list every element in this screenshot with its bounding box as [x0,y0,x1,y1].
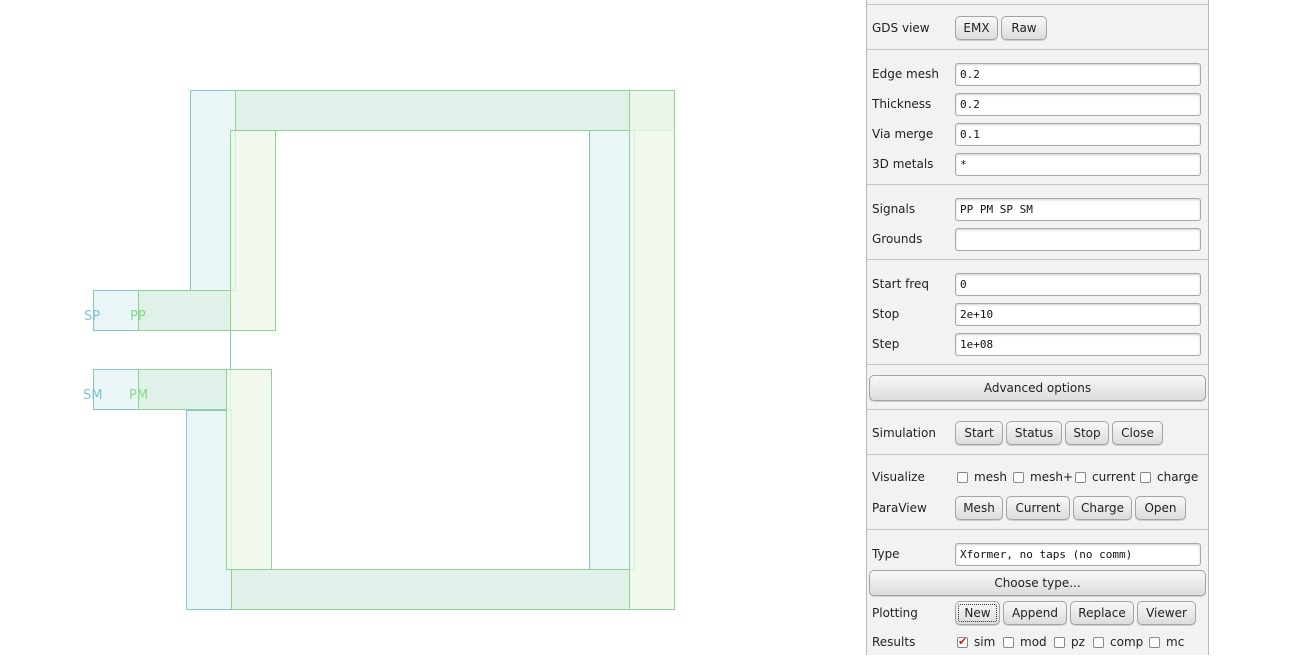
secondary-upper-left-segment [190,90,236,291]
results-pz-label: pz [1071,635,1085,649]
simulation-close-button[interactable]: Close [1112,421,1163,445]
start-freq-label: Start freq [872,277,930,291]
stop-freq-label: Stop [872,307,900,321]
gds-view-raw-button[interactable]: Raw [1001,16,1047,40]
separator [867,529,1208,530]
port-pp-feed [138,290,231,331]
visualize-mesh-checkbox[interactable] [957,472,968,483]
emx-control-panel: GDS view EMX Raw Edge mesh 0.2 Thickness… [866,0,1209,655]
results-mod-label: mod [1020,635,1047,649]
paraview-mesh-button[interactable]: Mesh [955,496,1003,520]
separator [867,49,1208,50]
simulation-status-button[interactable]: Status [1006,421,1062,445]
paraview-charge-button[interactable]: Charge [1073,496,1132,520]
visualize-charge-checkbox[interactable] [1140,472,1151,483]
step-freq-input[interactable]: 1e+08 [955,333,1201,356]
plotting-new-button[interactable]: New [955,601,1000,625]
layout-drawing[interactable]: SP PP SM PM [0,0,860,655]
separator [867,184,1208,185]
plotting-viewer-button[interactable]: Viewer [1137,601,1196,625]
gds-view-emx-button[interactable]: EMX [955,16,998,40]
type-label: Type [872,547,900,561]
simulation-start-button[interactable]: Start [955,421,1003,445]
thickness-label: Thickness [872,97,932,111]
visualize-current-checkbox[interactable] [1075,472,1086,483]
step-freq-label: Step [872,337,900,351]
visualize-charge-label: charge [1157,470,1199,484]
start-freq-input[interactable]: 0 [955,273,1201,296]
signals-input[interactable]: PP PM SP SM [955,198,1201,221]
separator [867,409,1208,410]
secondary-winding [93,90,635,610]
separator [867,4,1208,5]
secondary-lower-left-segment [186,410,232,610]
port-label-pm: PM [129,388,148,403]
simulation-stop-button[interactable]: Stop [1065,421,1109,445]
3d-metals-label: 3D metals [872,157,934,171]
via-merge-label: Via merge [872,127,934,141]
results-label: Results [872,635,916,649]
plotting-replace-button[interactable]: Replace [1070,601,1134,625]
results-comp-label: comp [1110,635,1144,649]
grounds-label: Grounds [872,232,923,246]
plotting-append-button[interactable]: Append [1003,601,1067,625]
type-input[interactable]: Xformer, no taps (no comm) [955,543,1201,566]
separator [867,259,1208,260]
visualize-current-label: current [1092,470,1136,484]
grounds-input[interactable] [955,228,1201,251]
separator [867,454,1208,455]
port-label-pp: PP [130,309,146,324]
edge-mesh-label: Edge mesh [872,67,939,81]
visualize-mesh-plus-checkbox[interactable] [1013,472,1024,483]
visualize-label: Visualize [872,470,925,484]
results-mc-label: mc [1166,635,1185,649]
port-label-sm: SM [83,388,102,403]
3d-metals-input[interactable]: * [955,153,1201,176]
plotting-label: Plotting [872,606,918,620]
secondary-outline [230,130,635,570]
results-sim-checkbox[interactable] [957,635,968,648]
gds-view-label: GDS view [872,21,930,35]
visualize-mesh-plus-label: mesh+ [1030,470,1073,484]
results-sim-label: sim [974,635,996,649]
via-merge-input[interactable]: 0.1 [955,123,1201,146]
edge-mesh-input[interactable]: 0.2 [955,63,1201,86]
results-pz-checkbox[interactable] [1054,637,1065,648]
primary-bottom-segment [231,569,630,610]
results-mc-checkbox[interactable] [1149,637,1160,648]
results-mod-checkbox[interactable] [1003,637,1014,648]
separator [867,364,1208,365]
thickness-input[interactable]: 0.2 [955,93,1201,116]
paraview-open-button[interactable]: Open [1135,496,1186,520]
advanced-options-button[interactable]: Advanced options [869,375,1206,401]
layout-canvas[interactable]: SP PP SM PM [0,0,860,655]
visualize-mesh-label: mesh [974,470,1007,484]
primary-lower-left-segment [226,369,272,570]
paraview-label: ParaView [872,501,927,515]
primary-right-segment [629,90,675,610]
stop-freq-input[interactable]: 2e+10 [955,303,1201,326]
primary-top-segment [235,90,675,131]
port-label-sp: SP [84,309,100,324]
paraview-current-button[interactable]: Current [1006,496,1070,520]
results-comp-checkbox[interactable] [1093,637,1104,648]
signals-label: Signals [872,202,916,216]
port-pm-feed [138,369,227,410]
choose-type-button[interactable]: Choose type... [869,570,1206,596]
primary-upper-left-segment [230,130,276,331]
secondary-right-segment [589,130,635,570]
simulation-label: Simulation [872,426,936,440]
